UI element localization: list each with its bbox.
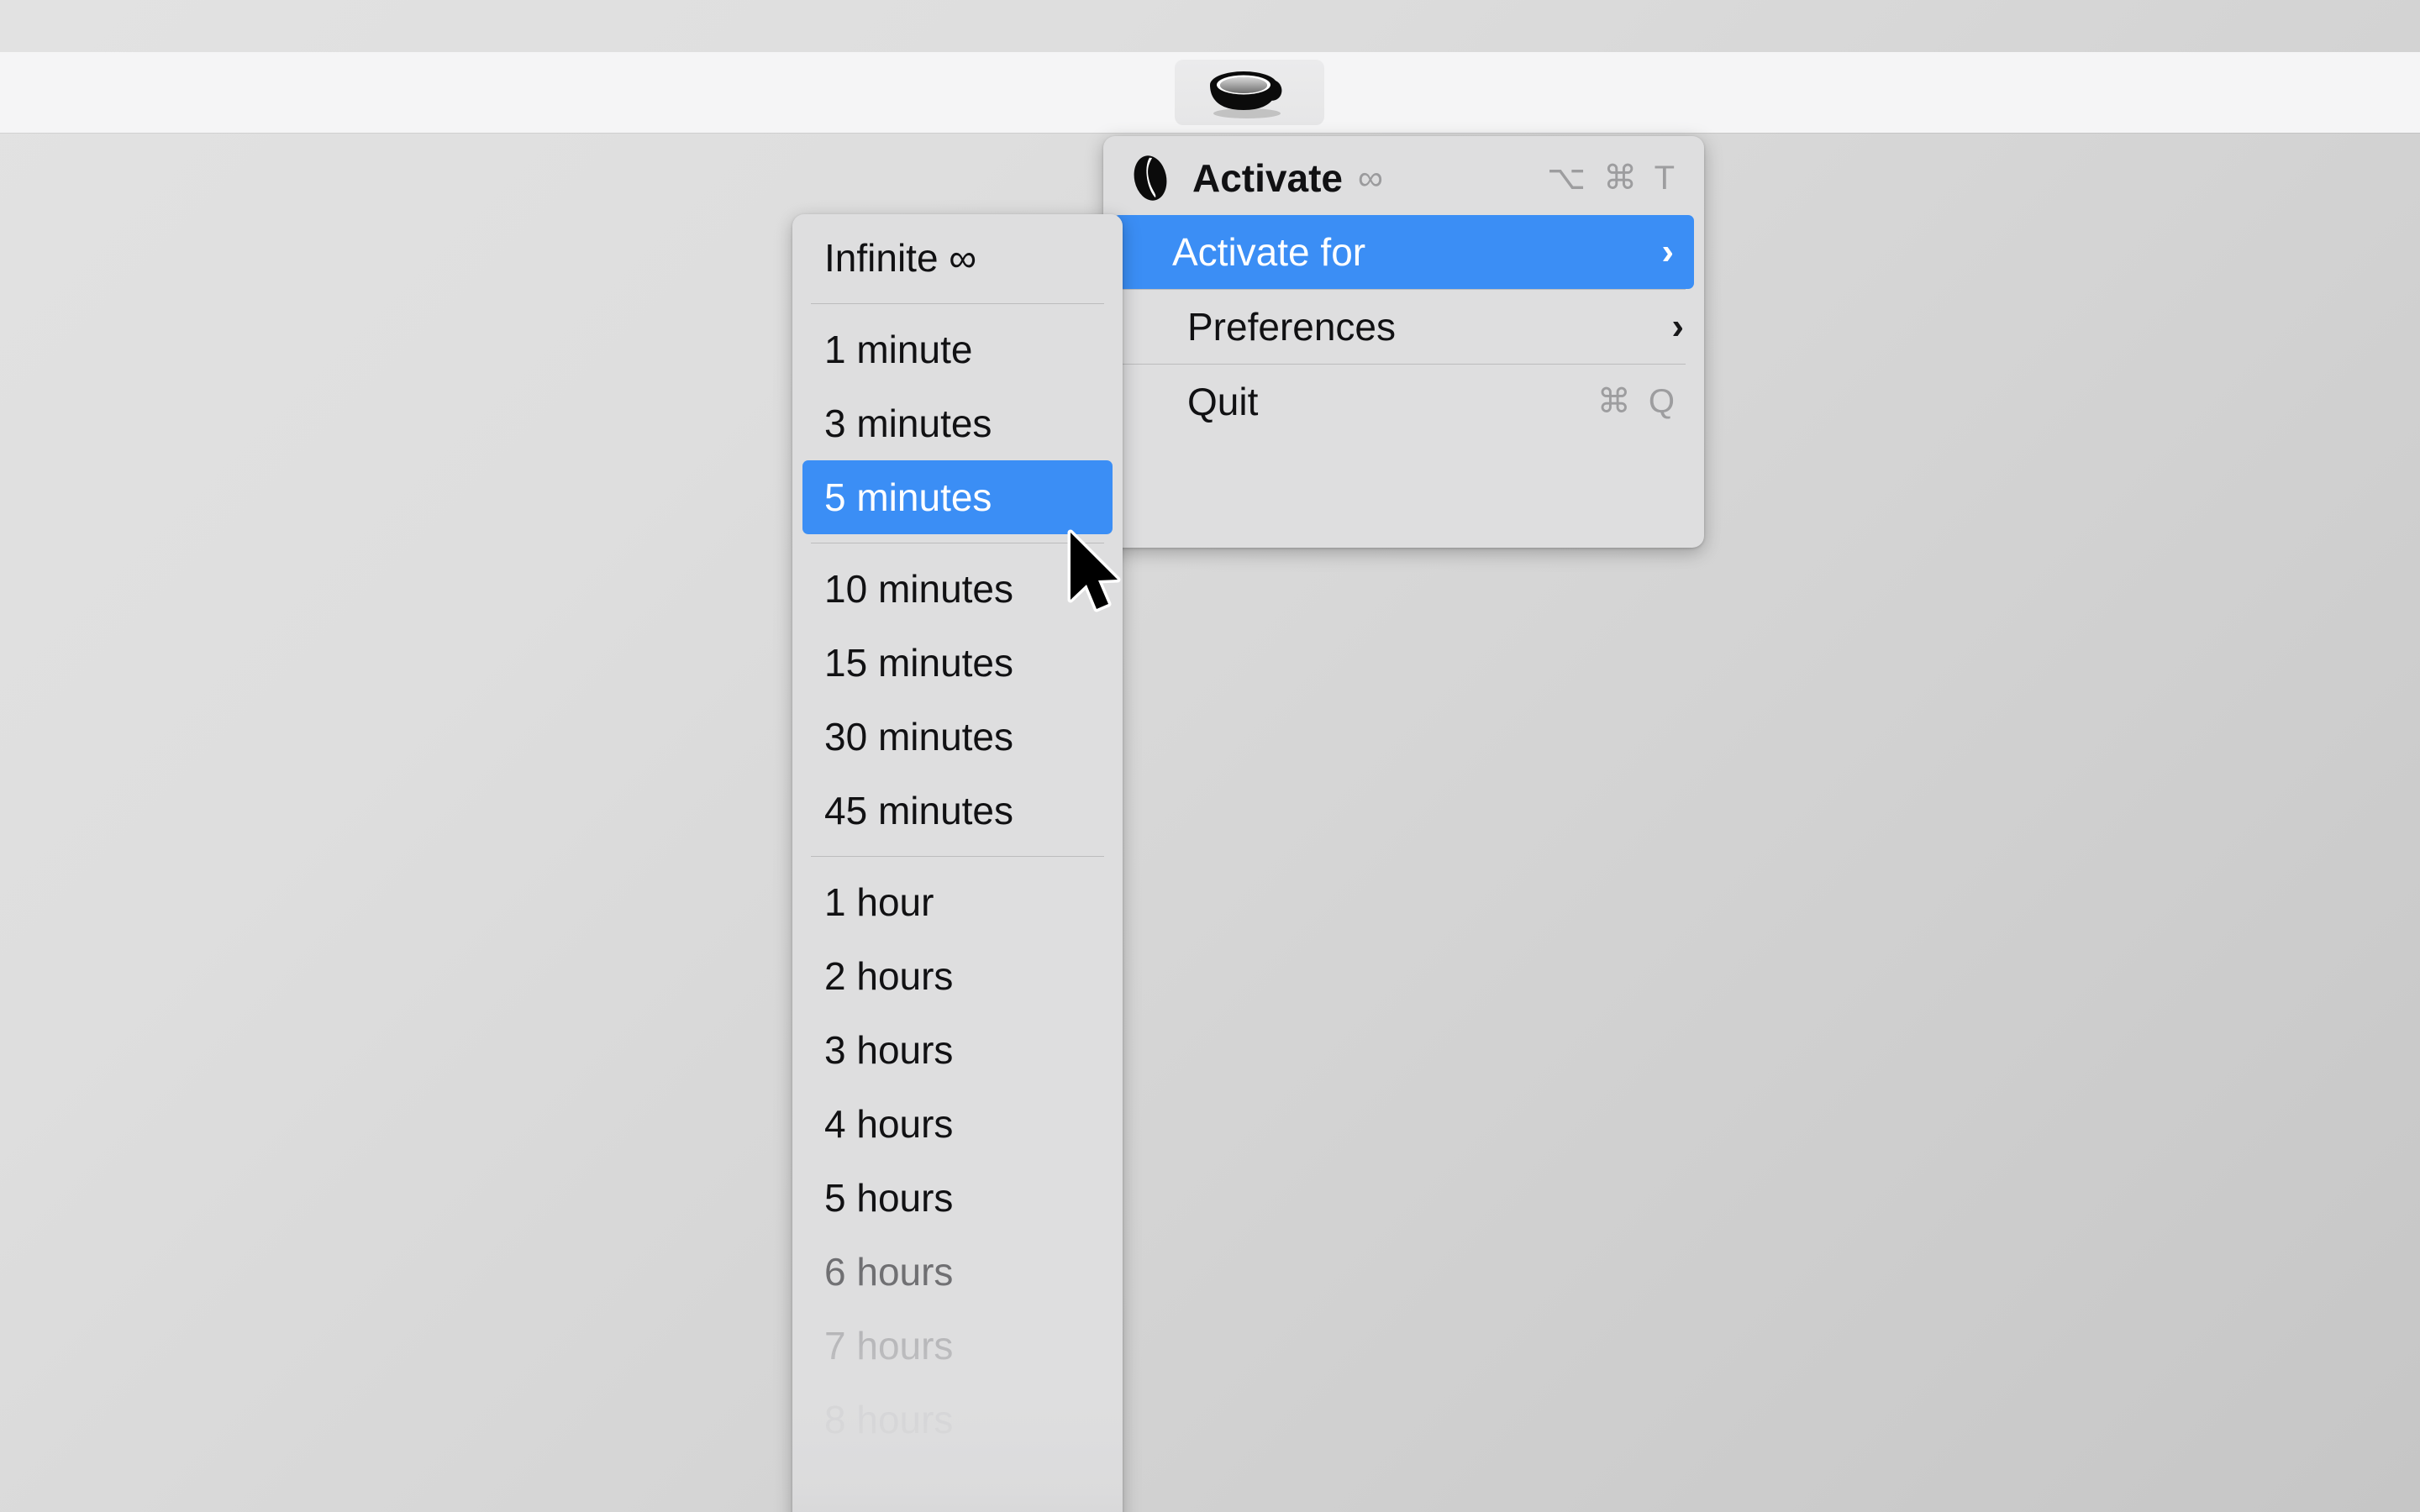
caffeine-root-menu: Activate ∞ ⌥ ⌘ T Activate for › Preferen… bbox=[1103, 136, 1704, 548]
macos-menu-bar bbox=[0, 52, 2420, 133]
duration-item[interactable]: 1 hour bbox=[792, 865, 1123, 939]
duration-item-label: 8 hours bbox=[824, 1398, 954, 1441]
duration-item[interactable]: 45 minutes bbox=[792, 774, 1123, 848]
infinity-badge: ∞ bbox=[1357, 158, 1383, 197]
duration-item[interactable]: 6 hours bbox=[792, 1235, 1123, 1309]
duration-item-label: 15 minutes bbox=[824, 641, 1014, 685]
duration-item[interactable]: 3 minutes bbox=[792, 386, 1123, 460]
duration-item[interactable]: 5 minutes bbox=[802, 460, 1113, 534]
duration-list: Infinite ∞ 1 minute 3 minutes 5 minutes 10 m… bbox=[792, 221, 1123, 1457]
duration-item[interactable]: 1 minute bbox=[792, 312, 1123, 386]
duration-item[interactable]: Infinite ∞ bbox=[792, 221, 1123, 295]
duration-item-label: 5 hours bbox=[824, 1176, 954, 1220]
menu-header-activate[interactable]: Activate ∞ ⌥ ⌘ T bbox=[1103, 141, 1704, 215]
coffee-bean-icon bbox=[1128, 154, 1172, 202]
duration-item-label: 45 minutes bbox=[824, 789, 1014, 832]
menu-divider bbox=[811, 303, 1104, 304]
duration-item[interactable]: 30 minutes bbox=[792, 700, 1123, 774]
duration-item-label: 3 minutes bbox=[824, 402, 992, 445]
duration-item-label: 6 hours bbox=[824, 1250, 954, 1294]
chevron-right-icon: › bbox=[1671, 306, 1684, 347]
activate-shortcut: ⌥ ⌘ T bbox=[1546, 160, 1679, 197]
desktop-screen: Activate ∞ ⌥ ⌘ T Activate for › Preferen… bbox=[0, 0, 2420, 1512]
duration-item[interactable]: 7 hours bbox=[792, 1309, 1123, 1383]
duration-item-label: 1 hour bbox=[824, 880, 934, 924]
duration-item-label: 1 minute bbox=[824, 328, 973, 371]
duration-item[interactable]: 8 hours bbox=[792, 1383, 1123, 1457]
menubar-item-caffeine[interactable] bbox=[1175, 60, 1324, 125]
duration-item[interactable]: 3 hours bbox=[792, 1013, 1123, 1087]
duration-item[interactable]: 10 minutes bbox=[792, 552, 1123, 626]
quit-shortcut: ⌘ Q bbox=[1597, 383, 1679, 420]
duration-item-label: 5 minutes bbox=[824, 475, 992, 519]
duration-item-label: 10 minutes bbox=[824, 567, 1014, 611]
menu-item-activate-for-label: Activate for bbox=[1172, 230, 1366, 274]
duration-item-label: 4 hours bbox=[824, 1102, 954, 1146]
duration-item[interactable]: 15 minutes bbox=[792, 626, 1123, 700]
menu-divider bbox=[811, 856, 1104, 857]
duration-item-label: 7 hours bbox=[824, 1324, 954, 1368]
chevron-right-icon: › bbox=[1661, 231, 1674, 272]
duration-item-label: 2 hours bbox=[824, 954, 954, 998]
menu-item-quit-label: Quit bbox=[1187, 380, 1259, 423]
duration-item[interactable]: 2 hours bbox=[792, 939, 1123, 1013]
duration-item-label: 30 minutes bbox=[824, 715, 1014, 759]
menu-item-preferences[interactable]: Preferences › bbox=[1103, 290, 1704, 364]
duration-item-label: 3 hours bbox=[824, 1028, 954, 1072]
activate-for-submenu: Infinite ∞ 1 minute 3 minutes 5 minutes 10 m… bbox=[792, 214, 1123, 1512]
menu-item-quit[interactable]: Quit ⌘ Q bbox=[1103, 365, 1704, 438]
menu-item-activate-for[interactable]: Activate for › bbox=[1113, 215, 1694, 289]
menu-header-label: Activate bbox=[1192, 156, 1343, 200]
coffee-cup-icon bbox=[1203, 65, 1296, 120]
duration-item[interactable]: 5 hours bbox=[792, 1161, 1123, 1235]
duration-item[interactable]: 4 hours bbox=[792, 1087, 1123, 1161]
menu-item-preferences-label: Preferences bbox=[1187, 305, 1397, 349]
duration-item-label: Infinite ∞ bbox=[824, 236, 977, 280]
